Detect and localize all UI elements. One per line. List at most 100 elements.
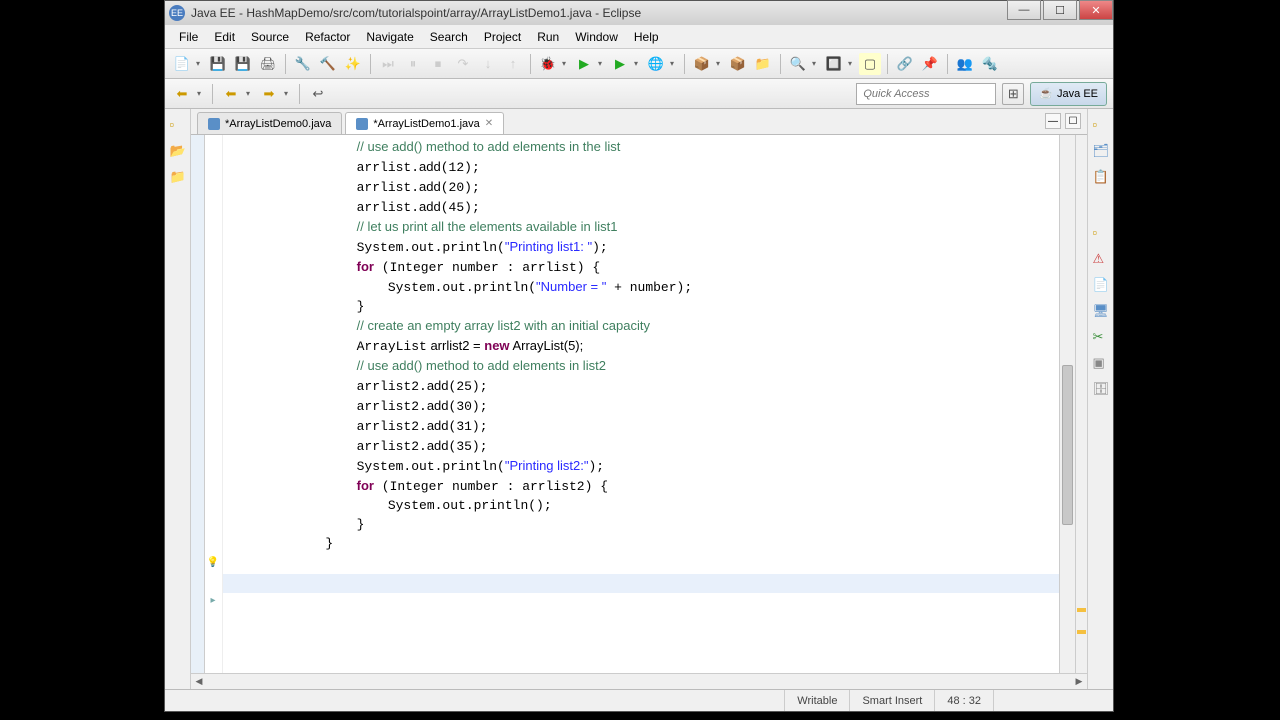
debug-stepin-icon[interactable]: ↓ — [477, 53, 499, 75]
debug-stepover-icon[interactable]: ↷ — [452, 53, 474, 75]
code-line[interactable]: arrlist2.add(31); — [263, 416, 1059, 436]
new-icon[interactable]: 📄 — [171, 53, 193, 75]
gutter-marker-icon[interactable]: ▸ — [206, 593, 220, 607]
markers-icon[interactable]: ⚠ — [1093, 251, 1109, 267]
properties-icon[interactable]: 📄 — [1093, 277, 1109, 293]
code-line[interactable]: arrlist.add(12); — [263, 157, 1059, 177]
back-icon[interactable]: ⬅ — [171, 83, 193, 105]
datasource-icon[interactable]: 🗄 — [1093, 381, 1109, 397]
runext-icon[interactable]: ▶ — [609, 53, 631, 75]
search-icon[interactable]: 🔍 — [787, 53, 809, 75]
code-line[interactable]: } — [263, 534, 1059, 553]
tasklist-icon[interactable]: 📋 — [1093, 169, 1109, 185]
open-perspective-icon[interactable]: ⊞ — [1002, 83, 1024, 105]
newserver-icon[interactable]: 📦 — [691, 53, 713, 75]
code-area[interactable]: // use add() method to add elements in t… — [223, 135, 1059, 673]
next-icon[interactable]: ➡ — [258, 83, 280, 105]
close-button[interactable]: ✕ — [1079, 0, 1113, 20]
team-icon[interactable]: 👥 — [954, 53, 976, 75]
close-tab-icon[interactable]: ✕ — [485, 118, 493, 129]
marker-column[interactable]: 💡▸ — [205, 135, 223, 673]
code-line[interactable]: System.out.println("Number = " + number)… — [263, 277, 1059, 297]
debug-stop-icon[interactable]: ⏹ — [427, 53, 449, 75]
quick-access-input[interactable] — [856, 83, 996, 105]
dropdown-icon[interactable]: ▾ — [634, 59, 642, 68]
console-icon[interactable]: ▣ — [1093, 355, 1109, 371]
code-line[interactable]: } — [263, 515, 1059, 534]
save-icon[interactable]: 💾 — [207, 53, 229, 75]
dropdown-icon[interactable]: ▾ — [848, 59, 856, 68]
maximize-button[interactable]: ☐ — [1043, 0, 1077, 20]
code-line[interactable]: } — [263, 297, 1059, 316]
code-line[interactable]: System.out.println("Printing list1: "); — [263, 237, 1059, 257]
outline-icon[interactable]: 🗂 — [1093, 143, 1109, 159]
scroll-left-icon[interactable]: ◀ — [191, 675, 207, 689]
saveall-icon[interactable]: 💾 — [232, 53, 254, 75]
folding-ruler[interactable] — [191, 135, 205, 673]
menu-file[interactable]: File — [171, 27, 206, 47]
code-line[interactable]: arrlist2.add(30); — [263, 396, 1059, 416]
menu-project[interactable]: Project — [476, 27, 529, 47]
runserver-icon[interactable]: 🌐 — [645, 53, 667, 75]
dropdown-icon[interactable]: ▾ — [246, 89, 254, 98]
link-icon[interactable]: 🔗 — [894, 53, 916, 75]
editor-tab[interactable]: *ArrayListDemo1.java✕ — [345, 112, 504, 134]
code-line[interactable]: // use add() method to add elements in l… — [263, 356, 1059, 376]
misc-icon[interactable]: 🔩 — [979, 53, 1001, 75]
menu-run[interactable]: Run — [529, 27, 567, 47]
code-line[interactable]: arrlist.add(20); — [263, 177, 1059, 197]
highlight-icon[interactable]: ▢ — [859, 53, 881, 75]
last-edit-icon[interactable]: ↩ — [307, 83, 329, 105]
package-explorer-icon[interactable]: 📂 — [170, 143, 186, 159]
menu-help[interactable]: Help — [626, 27, 667, 47]
folder-icon[interactable]: 📁 — [752, 53, 774, 75]
menu-search[interactable]: Search — [422, 27, 476, 47]
code-line[interactable]: System.out.println("Printing list2:"); — [263, 456, 1059, 476]
minimize-button[interactable]: — — [1007, 0, 1041, 20]
debug-pause-icon[interactable]: ⏸ — [402, 53, 424, 75]
pin-icon[interactable]: 📌 — [919, 53, 941, 75]
code-line[interactable]: // let us print all the elements availab… — [263, 217, 1059, 237]
overview-mark[interactable] — [1077, 608, 1086, 612]
wand-icon[interactable]: 🔧 — [292, 53, 314, 75]
dropdown-icon[interactable]: ▾ — [598, 59, 606, 68]
vertical-scrollbar[interactable] — [1059, 135, 1075, 673]
perspective-javaee-button[interactable]: ☕ Java EE — [1030, 82, 1107, 106]
prev-icon[interactable]: ⬅ — [220, 83, 242, 105]
debug-icon[interactable]: 🐞 — [537, 53, 559, 75]
menu-window[interactable]: Window — [567, 27, 626, 47]
code-line[interactable]: for (Integer number : arrlist) { — [263, 257, 1059, 277]
print-icon[interactable]: 🖨 — [257, 53, 279, 75]
package-icon[interactable]: 📦 — [727, 53, 749, 75]
menu-refactor[interactable]: Refactor — [297, 27, 358, 47]
menu-edit[interactable]: Edit — [206, 27, 243, 47]
code-line[interactable]: arrlist.add(45); — [263, 197, 1059, 217]
code-line[interactable]: // use add() method to add elements in t… — [263, 137, 1059, 157]
code-line[interactable]: arrlist2.add(35); — [263, 436, 1059, 456]
maximize-view-icon[interactable]: ☐ — [1065, 113, 1081, 129]
dropdown-icon[interactable]: ▾ — [562, 59, 570, 68]
overview-mark[interactable] — [1077, 630, 1086, 634]
scroll-thumb[interactable] — [1062, 365, 1073, 525]
editor-tab[interactable]: *ArrayListDemo0.java — [197, 112, 342, 134]
navigator-icon[interactable]: 📁 — [170, 169, 186, 185]
snippets-icon[interactable]: ✂ — [1093, 329, 1109, 345]
titlebar[interactable]: EE Java EE - HashMapDemo/src/com/tutoria… — [165, 1, 1113, 25]
minimize-view-icon[interactable]: — — [1045, 113, 1061, 129]
horizontal-scrollbar[interactable]: ◀ ▶ — [191, 673, 1087, 689]
star-icon[interactable]: ✨ — [342, 53, 364, 75]
build-icon[interactable]: 🔨 — [317, 53, 339, 75]
restore-view-icon[interactable]: ▫ — [170, 117, 186, 133]
restore-view-icon[interactable]: ▫ — [1093, 117, 1109, 133]
scroll-right-icon[interactable]: ▶ — [1071, 675, 1087, 689]
dropdown-icon[interactable]: ▾ — [812, 59, 820, 68]
debug-skip-icon[interactable]: ⏭ — [377, 53, 399, 75]
code-line[interactable]: arrlist2.add(25); — [263, 376, 1059, 396]
menu-navigate[interactable]: Navigate — [358, 27, 421, 47]
menu-source[interactable]: Source — [243, 27, 297, 47]
dropdown-icon[interactable]: ▾ — [284, 89, 292, 98]
code-line[interactable]: // create an empty array list2 with an i… — [263, 316, 1059, 336]
restore-view-icon[interactable]: ▫ — [1093, 225, 1109, 241]
toggle-icon[interactable]: 🔲 — [823, 53, 845, 75]
code-line[interactable]: System.out.println(); — [263, 496, 1059, 515]
